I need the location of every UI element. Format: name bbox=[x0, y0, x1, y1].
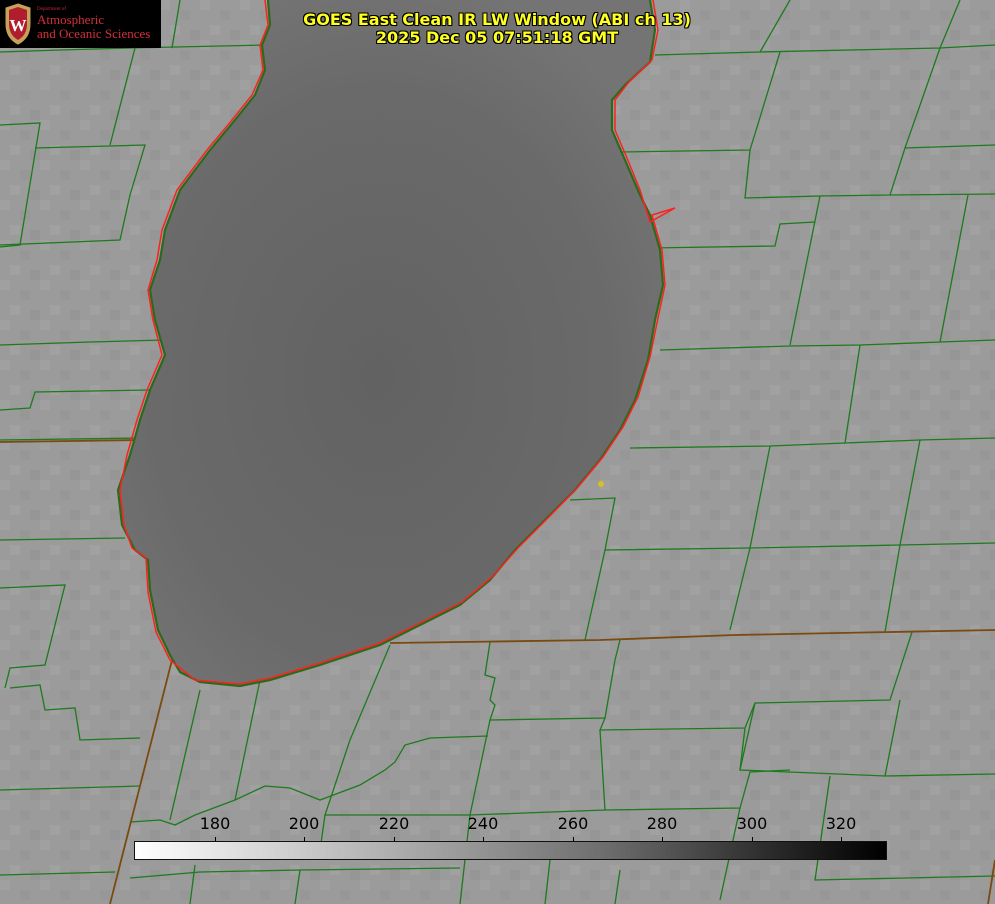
colorbar-tick bbox=[662, 837, 663, 842]
colorbar-tick-label: 180 bbox=[199, 814, 231, 833]
colorbar-tick-label: 220 bbox=[378, 814, 410, 833]
colorbar-tick-label: 200 bbox=[288, 814, 320, 833]
logo-line-1: Atmospheric bbox=[37, 12, 105, 28]
colorbar-tick bbox=[483, 837, 484, 842]
colorbar-tick-label: 320 bbox=[825, 814, 857, 833]
logo-line-2: and Oceanic Sciences bbox=[37, 26, 151, 42]
uw-aos-logo: W Department of Atmospheric and Oceanic … bbox=[0, 0, 161, 48]
uw-crest-icon: W bbox=[5, 3, 31, 45]
colorbar-tick-label: 240 bbox=[467, 814, 499, 833]
crest-letter: W bbox=[10, 16, 27, 35]
colorbar-tick bbox=[215, 837, 216, 842]
title-timestamp: 2025 Dec 05 07:51:18 GMT bbox=[375, 28, 619, 47]
colorbar-tick-labels: 180 200 220 240 260 280 300 320 bbox=[0, 815, 995, 835]
colorbar-tick-label: 280 bbox=[646, 814, 678, 833]
colorbar-tick bbox=[573, 837, 574, 842]
colorbar-tick bbox=[394, 837, 395, 842]
satellite-map[interactable] bbox=[0, 0, 995, 904]
colorbar-tick bbox=[841, 837, 842, 842]
colorbar-tick bbox=[304, 837, 305, 842]
colorbar-tick-label: 260 bbox=[557, 814, 589, 833]
logo-text: Department of Atmospheric and Oceanic Sc… bbox=[37, 7, 150, 41]
title-line-1: GOES East Clean IR LW Window (ABI ch 13) bbox=[303, 10, 691, 29]
colorbar-tick bbox=[752, 837, 753, 842]
image-title: GOES East Clean IR LW Window (ABI ch 13)… bbox=[247, 11, 747, 47]
colorbar-tick-label: 300 bbox=[736, 814, 768, 833]
temperature-colorbar bbox=[134, 837, 887, 860]
station-marker[interactable] bbox=[598, 481, 604, 487]
